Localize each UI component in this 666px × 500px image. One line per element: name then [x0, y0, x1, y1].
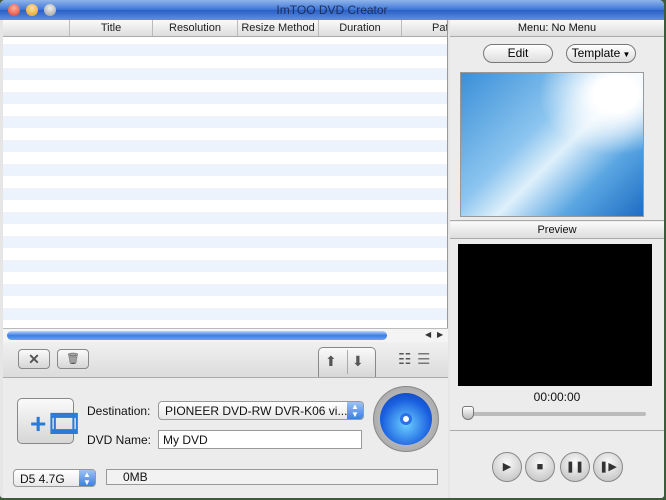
column-path[interactable]: Path — [401, 20, 447, 36]
arrow-up-icon[interactable]: ⬆ — [325, 353, 337, 370]
preview-screen — [458, 244, 652, 386]
destination-value: PIONEER DVD-RW DVR-K06 vi... — [165, 404, 348, 418]
delete-button[interactable]: 🗑 — [57, 349, 89, 369]
dvd-name-label: DVD Name: — [87, 433, 152, 447]
output-panel: +🎞 Destination: PIONEER DVD-RW DVR-K06 v… — [3, 378, 448, 498]
menu-header: Menu: No Menu — [450, 20, 664, 37]
scroll-right-icon[interactable]: ▶ — [437, 330, 443, 339]
list-toolbar: ✕ 🗑 ⬆ ⬇ ☷ ☰ — [3, 342, 448, 378]
dvd-name-input[interactable]: My DVD — [158, 430, 362, 449]
remove-button[interactable]: ✕ — [18, 349, 50, 369]
step-forward-icon: ❚▶ — [599, 461, 617, 473]
pause-icon: ❚❚ — [565, 461, 585, 473]
column-resolution[interactable]: Resolution — [152, 20, 237, 36]
zoom-button[interactable] — [44, 4, 56, 16]
slider-thumb[interactable] — [462, 406, 474, 420]
app-window: ImTOO DVD Creator Title Resolution Resiz… — [0, 0, 664, 498]
preview-header: Preview — [450, 222, 664, 239]
play-button[interactable]: ▶ — [492, 452, 522, 482]
title-bar: ImTOO DVD Creator — [0, 0, 664, 20]
disc-type-select[interactable]: D5 4.7G ▲ ▼ — [13, 469, 96, 487]
template-label: Template — [571, 46, 621, 60]
pause-button[interactable]: ❚❚ — [560, 452, 590, 482]
arrow-down-icon[interactable]: ⬇ — [352, 353, 364, 370]
stop-icon: ■ — [536, 461, 544, 473]
select-stepper-icon: ▲ ▼ — [347, 402, 363, 419]
trash-icon: 🗑 — [66, 353, 80, 365]
table-header: Title Resolution Resize Method Duration … — [3, 20, 447, 37]
close-button[interactable] — [8, 4, 20, 16]
disc-type-value: D5 4.7G — [20, 472, 65, 486]
list-view-icon[interactable]: ☰ — [417, 350, 430, 368]
disc-usage-bar: 0MB — [106, 469, 438, 485]
step-forward-button[interactable]: ❚▶ — [593, 452, 623, 482]
template-button[interactable]: Template ▼ — [566, 44, 636, 63]
chevron-down-icon: ▼ — [620, 50, 631, 59]
column-duration[interactable]: Duration — [318, 20, 401, 36]
add-file-button[interactable]: +🎞 — [17, 398, 82, 444]
select-stepper-icon: ▲ ▼ — [79, 470, 95, 487]
x-icon: ✕ — [28, 351, 40, 367]
detail-view-icon[interactable]: ☷ — [398, 350, 411, 368]
minimize-button[interactable] — [26, 4, 38, 16]
file-list[interactable]: Title Resolution Resize Method Duration … — [3, 20, 448, 328]
destination-select[interactable]: PIONEER DVD-RW DVR-K06 vi... ▲ ▼ — [158, 401, 364, 420]
horizontal-scrollbar[interactable]: ◀ ▶ — [3, 328, 448, 342]
preview-time: 00:00:00 — [533, 390, 581, 404]
column-resize-method[interactable]: Resize Method — [237, 20, 318, 36]
scrollbar-thumb[interactable] — [7, 331, 387, 340]
preview-seek-slider[interactable] — [462, 406, 646, 420]
edit-button[interactable]: Edit — [483, 44, 553, 63]
add-video-icon: +🎞 — [30, 408, 82, 439]
size-used-text: 0MB — [123, 470, 148, 484]
side-panel: Menu: No Menu Edit Template ▼ Preview 00… — [450, 20, 664, 498]
column-title[interactable]: Title — [69, 20, 152, 36]
column-check[interactable] — [3, 20, 69, 36]
destination-label: Destination: — [87, 404, 151, 418]
play-icon: ▶ — [502, 461, 512, 473]
window-title: ImTOO DVD Creator — [276, 3, 388, 17]
stop-button[interactable]: ■ — [525, 452, 555, 482]
menu-template-thumbnail — [460, 72, 644, 217]
reorder-group: ⬆ ⬇ — [318, 347, 376, 377]
disc-icon — [380, 393, 432, 445]
scroll-left-icon[interactable]: ◀ — [425, 330, 431, 339]
burn-button[interactable] — [373, 386, 439, 452]
